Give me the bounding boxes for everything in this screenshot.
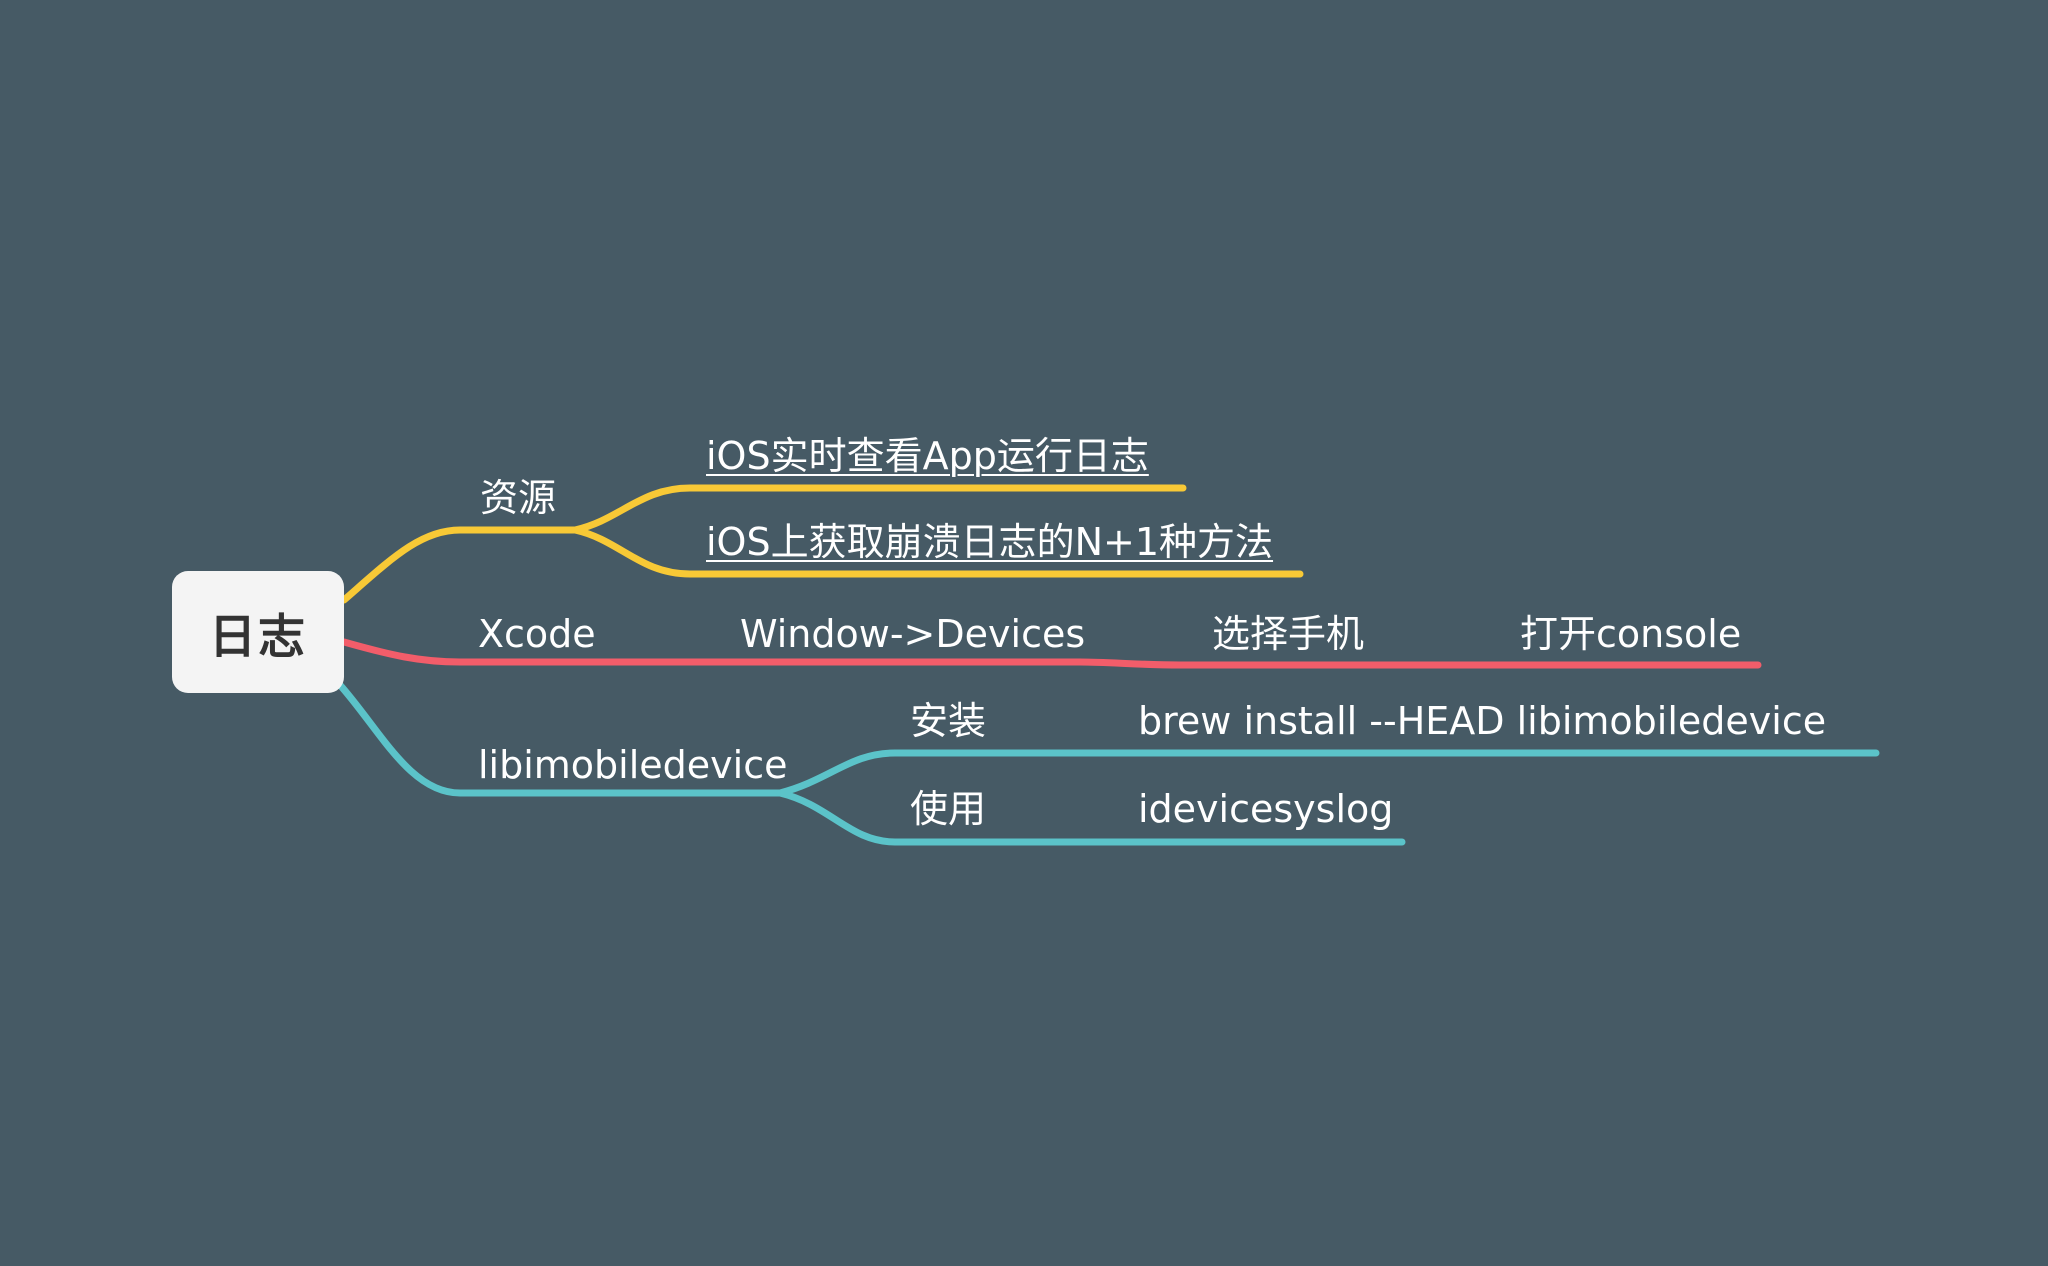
topic-window-devices[interactable]: Window->Devices bbox=[740, 612, 1085, 656]
topic-open-console[interactable]: 打开console bbox=[1520, 612, 1741, 656]
edge-root-resources bbox=[340, 526, 579, 604]
topic-select-phone[interactable]: 选择手机 bbox=[1212, 612, 1364, 656]
topic-libimobiledevice[interactable]: libimobiledevice bbox=[478, 743, 788, 787]
topic-xcode[interactable]: Xcode bbox=[478, 612, 596, 656]
topic-install[interactable]: 安装 bbox=[910, 699, 986, 743]
link-ios-crash-log-methods[interactable]: iOS上获取崩溃日志的N+1种方法 bbox=[706, 520, 1273, 564]
root-topic[interactable]: 日志 bbox=[172, 571, 344, 693]
topic-use[interactable]: 使用 bbox=[910, 787, 986, 831]
topic-brew-install-command[interactable]: brew install --HEAD libimobiledevice bbox=[1138, 699, 1826, 743]
link-ios-realtime-log[interactable]: iOS实时查看App运行日志 bbox=[706, 434, 1149, 478]
topic-resources[interactable]: 资源 bbox=[480, 476, 556, 520]
topic-idevicesyslog[interactable]: idevicesyslog bbox=[1138, 787, 1393, 831]
mind-map-canvas: 日志 资源 iOS实时查看App运行日志 iOS上获取崩溃日志的N+1种方法 X… bbox=[0, 0, 2048, 1266]
